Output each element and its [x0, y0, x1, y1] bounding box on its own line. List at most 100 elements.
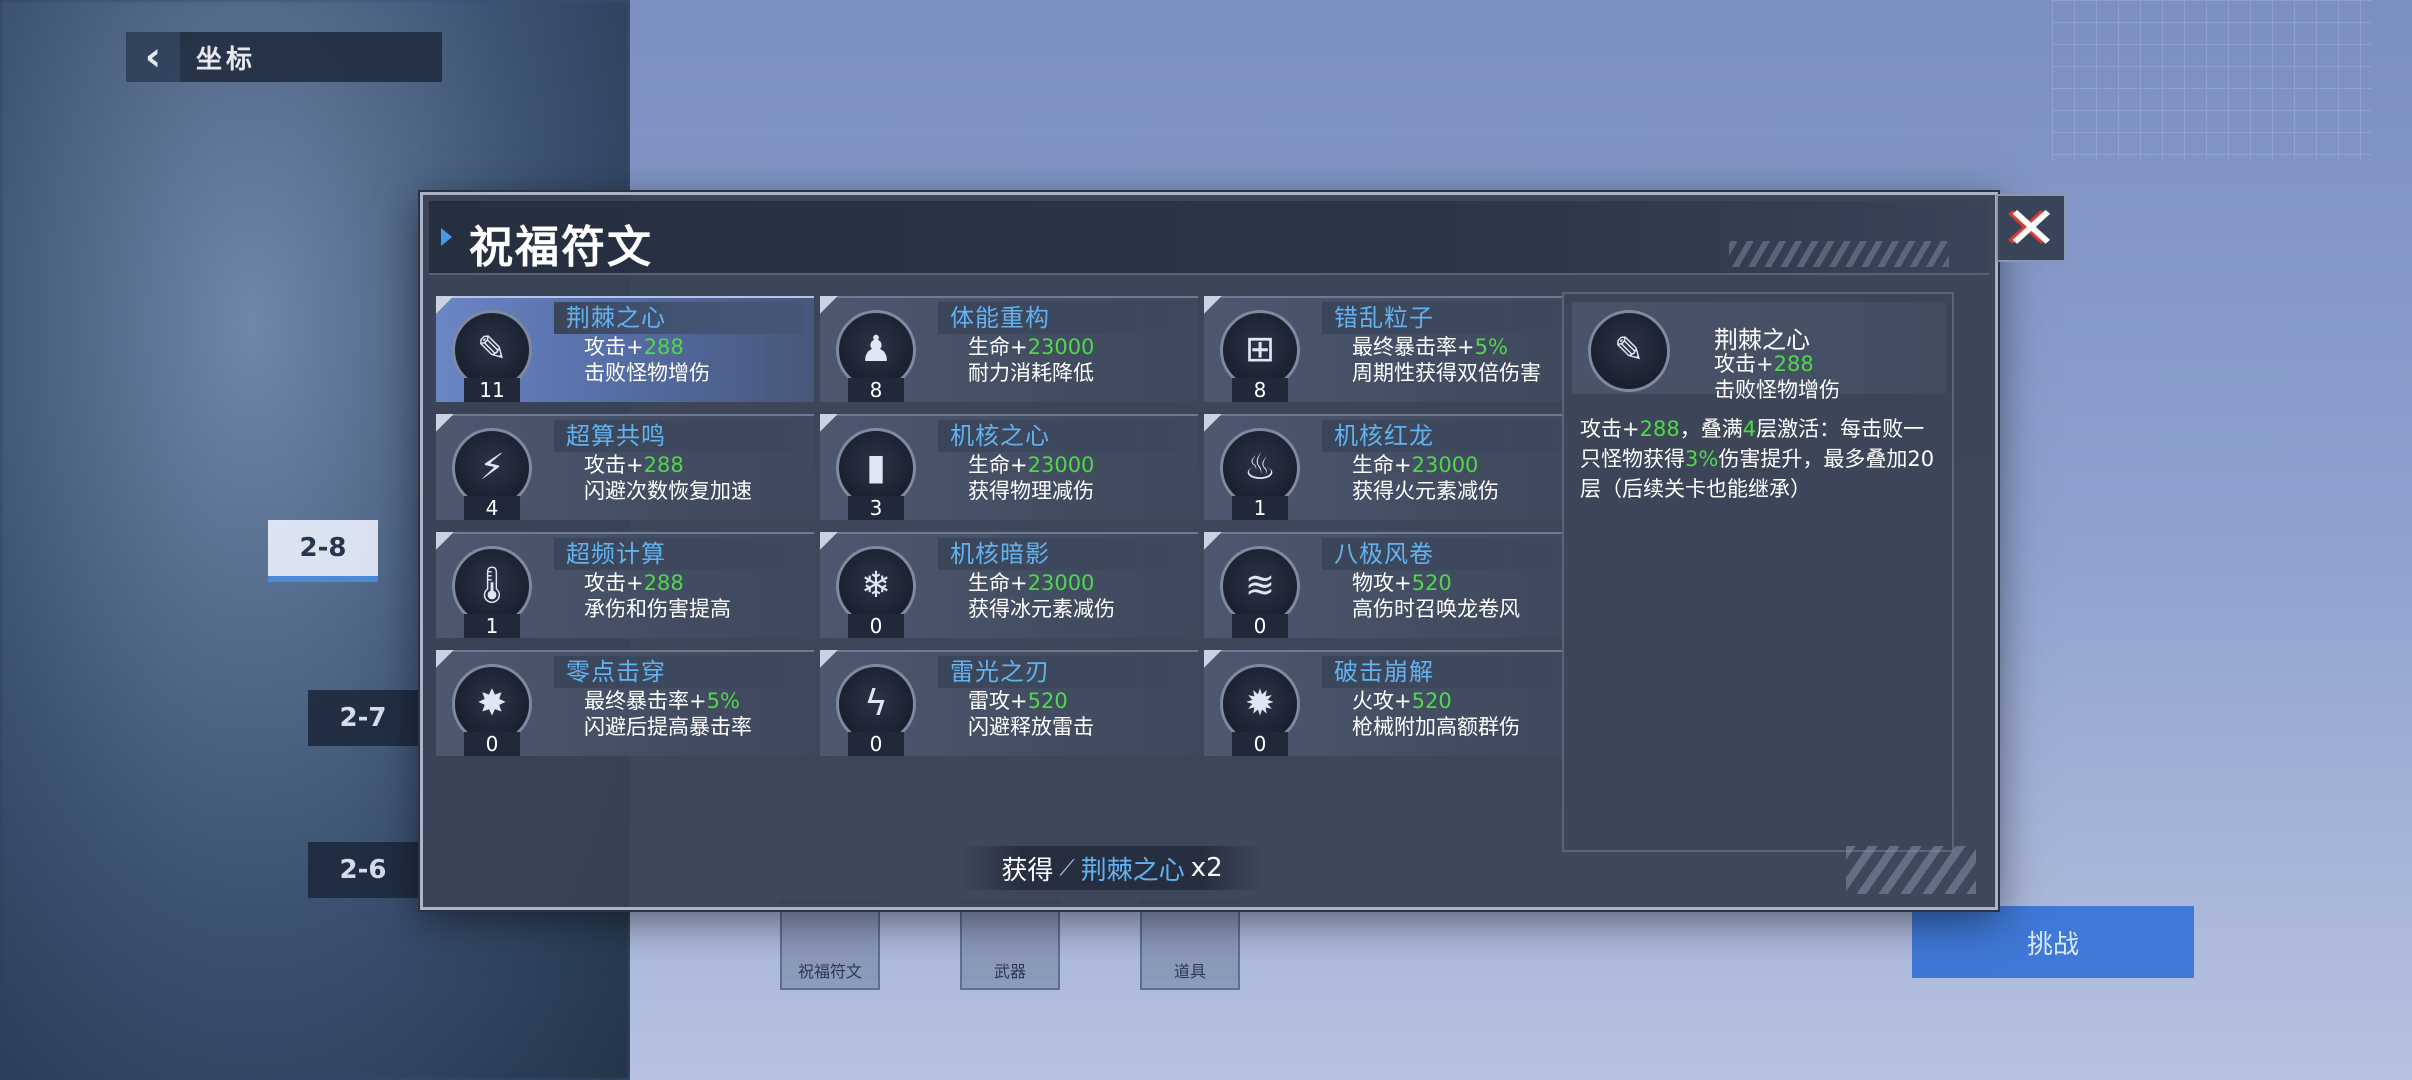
rune-count: 8 — [1232, 378, 1288, 402]
back-arrow-icon[interactable]: ‹ — [126, 32, 180, 82]
rune-icon-wrap: ✹ 0 — [1220, 664, 1308, 756]
rune-icon-wrap: ✸ 0 — [452, 664, 540, 756]
rune-icon-wrap: ♨ 1 — [1220, 428, 1308, 520]
rune-card[interactable]: ⚡ 4 超算共鸣攻击+288 闪避次数恢复加速 — [436, 414, 814, 520]
rune-effect-line: 击败怪物增伤 — [584, 361, 710, 385]
rune-stat-line: 攻击+288 — [584, 335, 684, 359]
rune-stat-line: 生命+23000 — [1352, 453, 1479, 477]
rune-effect-line: 周期性获得双倍伤害 — [1352, 361, 1541, 385]
challenge-button[interactable]: 挑战 — [1912, 906, 2194, 978]
rune-name: 错乱粒子 — [1334, 304, 1434, 332]
rune-icon-wrap: ⊞ 8 — [1220, 310, 1308, 402]
close-button[interactable]: ✕ — [1996, 194, 2066, 262]
rune-count: 0 — [848, 732, 904, 756]
rune-stat-line: 最终暴击率+5% — [584, 689, 740, 713]
rune-card[interactable]: ϟ 0 雷光之刃雷攻+520 闪避释放雷击 — [820, 650, 1198, 756]
rune-name: 破击崩解 — [1334, 658, 1434, 686]
rune-icon-wrap: ≋ 0 — [1220, 546, 1308, 638]
rune-effect-line: 获得冰元素减伤 — [968, 597, 1115, 621]
rune-stat-line: 火攻+520 — [1352, 689, 1452, 713]
thorn-blade-icon: ⟋ — [1059, 855, 1075, 881]
rune-detail-panel: ✎ 荆棘之心 攻击+288 击败怪物增伤 攻击+288，叠满4层激活：每击败一只… — [1562, 292, 1954, 852]
rune-count: 0 — [1232, 614, 1288, 638]
rune-effect-line: 耐力消耗降低 — [968, 361, 1094, 385]
rune-name: 机核暗影 — [950, 540, 1050, 568]
panel-stripes — [1846, 846, 1976, 894]
detail-description: 攻击+288，叠满4层激活：每击败一只怪物获得3%伤害提升，最多叠加20层（后续… — [1580, 417, 1935, 501]
rune-name: 八极风卷 — [1334, 540, 1434, 568]
rune-name: 机核红龙 — [1334, 422, 1434, 450]
rune-effect-line: 闪避释放雷击 — [968, 715, 1094, 739]
rune-icon-wrap: ✎ 11 — [452, 310, 540, 402]
rune-icon-wrap: ⚡ 4 — [452, 428, 540, 520]
rune-stat-line: 生命+23000 — [968, 571, 1095, 595]
rune-name: 零点击穿 — [566, 658, 666, 686]
rune-count: 1 — [1232, 496, 1288, 520]
rune-card[interactable]: ⊞ 8 错乱粒子最终暴击率+5% 周期性获得双倍伤害 — [1204, 296, 1582, 402]
rune-count: 11 — [464, 378, 520, 402]
back-bar[interactable]: ‹ 坐标 — [126, 32, 442, 82]
background-grid — [2052, 0, 2372, 160]
rune-stat-line: 雷攻+520 — [968, 689, 1068, 713]
rune-card[interactable]: ▮ 3 机核之心生命+23000 获得物理减伤 — [820, 414, 1198, 520]
rune-effect-line: 获得火元素减伤 — [1352, 479, 1499, 503]
rune-card[interactable]: ✎ 11 荆棘之心攻击+288 击败怪物增伤 — [436, 296, 814, 402]
obtain-label: 获得 — [1001, 855, 1054, 886]
rune-icon-wrap: ♟ 8 — [836, 310, 924, 402]
stage-tag-2-6[interactable]: 2-6 — [308, 842, 418, 898]
rune-name: 体能重构 — [950, 304, 1050, 332]
close-x-icon[interactable]: ✕ — [2004, 199, 2057, 257]
weapon-tab[interactable]: 武器 — [960, 900, 1060, 990]
thorn-blade-icon: ✎ — [1588, 310, 1670, 392]
rune-icon-wrap: ▮ 3 — [836, 428, 924, 520]
rune-effect-line: 闪避后提高暴击率 — [584, 715, 752, 739]
back-title: 坐标 — [196, 44, 257, 75]
rune-effect-line: 获得物理减伤 — [968, 479, 1094, 503]
rune-icon-wrap: ϟ0 — [836, 664, 924, 756]
rune-card[interactable]: ♨ 1 机核红龙生命+23000 获得火元素减伤 — [1204, 414, 1582, 520]
detail-header: ✎ 荆棘之心 攻击+288 击败怪物增伤 — [1572, 302, 1946, 402]
rune-stat-line: 物攻+520 — [1352, 571, 1452, 595]
rune-count: 0 — [464, 732, 520, 756]
rune-count: 3 — [848, 496, 904, 520]
rune-effect-line: 高伤时召唤龙卷风 — [1352, 597, 1520, 621]
rune-card[interactable]: 🌡 1 超频计算攻击+288 承伤和伤害提高 — [436, 532, 814, 638]
rune-count: 0 — [848, 614, 904, 638]
rune-name: 荆棘之心 — [566, 304, 666, 332]
rune-card[interactable]: ✹ 0 破击崩解火攻+520 枪械附加高额群伤 — [1204, 650, 1582, 756]
obtain-count: x2 — [1190, 853, 1223, 883]
modal-title: 祝福符文 — [469, 222, 653, 273]
bottom-icon-row: 祝福符文 武器 道具 — [780, 900, 1240, 990]
rune-card[interactable]: ✸ 0 零点击穿最终暴击率+5% 闪避后提高暴击率 — [436, 650, 814, 756]
modal-header: 祝福符文 — [429, 201, 1989, 275]
rune-card[interactable]: ❄ 0 机核暗影生命+23000 获得冰元素减伤 — [820, 532, 1198, 638]
bless-rune-tab[interactable]: 祝福符文 — [780, 900, 880, 990]
rune-name: 雷光之刃 — [950, 658, 1050, 686]
rune-count: 0 — [1232, 732, 1288, 756]
header-stripes — [1729, 241, 1949, 267]
rune-stat-line: 攻击+288 — [584, 571, 684, 595]
item-tab[interactable]: 道具 — [1140, 900, 1240, 990]
rune-effect-line: 枪械附加高额群伤 — [1352, 715, 1520, 739]
rune-count: 4 — [464, 496, 520, 520]
detail-effect-line: 击败怪物增伤 — [1714, 378, 1840, 402]
rune-stat-line: 最终暴击率+5% — [1352, 335, 1508, 359]
stage-tag-2-7[interactable]: 2-7 — [308, 690, 418, 746]
rune-name: 超算共鸣 — [566, 422, 666, 450]
rune-effect-line: 承伤和伤害提高 — [584, 597, 731, 621]
rune-effect-line: 闪避次数恢复加速 — [584, 479, 752, 503]
rune-name: 超频计算 — [566, 540, 666, 568]
rune-count: 1 — [464, 614, 520, 638]
rune-stat-line: 生命+23000 — [968, 335, 1095, 359]
rune-name: 机核之心 — [950, 422, 1050, 450]
rune-card[interactable]: ♟ 8 体能重构生命+23000 耐力消耗降低 — [820, 296, 1198, 402]
rune-stat-line: 生命+23000 — [968, 453, 1095, 477]
obtain-item-name: 荆棘之心 — [1080, 855, 1185, 886]
rune-icon-wrap: 🌡 1 — [452, 546, 540, 638]
rune-card[interactable]: ≋ 0 八极风卷物攻+520 高伤时召唤龙卷风 — [1204, 532, 1582, 638]
rune-count: 8 — [848, 378, 904, 402]
stage-tag-2-8[interactable]: 2-8 — [268, 520, 378, 582]
obtain-bar: 获得 ⟋ 荆棘之心 x2 — [962, 846, 1262, 890]
rune-stat-line: 攻击+288 — [584, 453, 684, 477]
rune-icon-wrap: ❄ 0 — [836, 546, 924, 638]
